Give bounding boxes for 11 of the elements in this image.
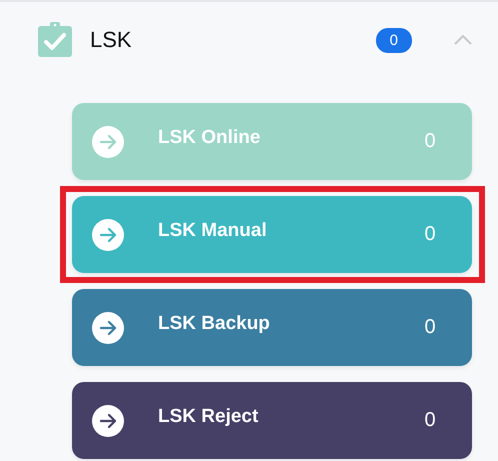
category-card[interactable]: LSK Manual 0 [72, 196, 472, 273]
count-badge: 0 [376, 28, 412, 52]
chevron-icon[interactable] [454, 35, 472, 45]
category-card[interactable]: LSK Reject 0 [72, 382, 472, 459]
arrow-right-icon [92, 126, 124, 158]
category-card[interactable]: LSK Backup 0 [72, 289, 472, 366]
arrow-right-icon [92, 218, 124, 250]
section-title: LSK [90, 27, 133, 53]
arrow-right-icon [92, 312, 124, 344]
arrow-right-icon [92, 404, 124, 436]
clipboard-check-icon [37, 22, 73, 58]
